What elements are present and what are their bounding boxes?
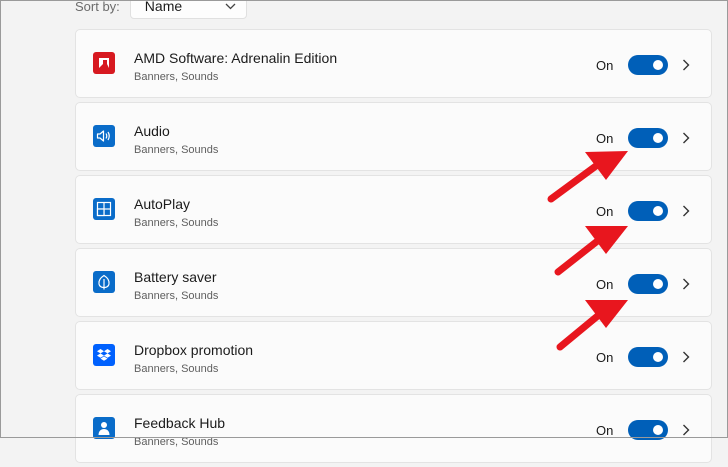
app-row-audio[interactable]: Audio Banners, Sounds On [75,102,712,171]
leaf-icon [93,271,115,293]
app-row-amd-software[interactable]: AMD Software: Adrenalin Edition Banners,… [75,29,712,98]
speaker-icon [93,125,115,147]
toggle-state-label: On [596,350,614,365]
sort-label: Sort by: [75,0,120,14]
app-notification-types: Banners, Sounds [134,71,219,83]
dropbox-icon [93,344,115,366]
app-name: Audio [134,123,170,139]
sort-bar: Sort by: Name [75,0,247,20]
toggle-knob [653,352,663,362]
autoplay-icon [93,198,115,220]
toggle-knob [653,133,663,143]
chevron-right-icon[interactable] [682,350,690,368]
chevron-down-icon [225,3,236,10]
app-name: Feedback Hub [134,415,226,431]
app-name: Dropbox promotion [134,342,254,358]
notifications-toggle[interactable] [628,347,668,367]
notifications-toggle[interactable] [628,201,668,221]
app-row-feedback-hub[interactable]: Feedback Hub Banners, Sounds On [75,394,712,463]
toggle-state-label: On [596,58,614,73]
toggle-state-label: On [596,204,614,219]
chevron-right-icon[interactable] [682,277,690,295]
notifications-toggle[interactable] [628,274,668,294]
app-name: AutoPlay [134,196,191,212]
toggle-state-label: On [596,423,614,438]
app-notification-types: Banners, Sounds [134,217,219,229]
notifications-toggle[interactable] [628,128,668,148]
chevron-right-icon[interactable] [682,58,690,76]
toggle-knob [653,425,663,435]
app-notification-list: AMD Software: Adrenalin Edition Banners,… [75,29,712,467]
amd-icon [93,52,115,74]
toggle-knob [653,60,663,70]
sort-dropdown[interactable]: Name [129,0,247,19]
notifications-toggle[interactable] [628,420,668,440]
chevron-right-icon[interactable] [682,204,690,222]
sort-value: Name [144,0,183,14]
app-name: Battery saver [134,269,217,285]
app-row-battery-saver[interactable]: Battery saver Banners, Sounds On [75,248,712,317]
app-row-autoplay[interactable]: AutoPlay Banners, Sounds On [75,175,712,244]
chevron-right-icon[interactable] [682,131,690,149]
feedback-hub-icon [93,417,115,439]
notifications-toggle[interactable] [628,55,668,75]
app-notification-types: Banners, Sounds [134,290,219,302]
chevron-right-icon[interactable] [682,423,690,441]
toggle-knob [653,206,663,216]
app-notification-types: Banners, Sounds [134,363,219,375]
toggle-state-label: On [596,277,614,292]
toggle-knob [653,279,663,289]
toggle-state-label: On [596,131,614,146]
app-notification-types: Banners, Sounds [134,144,219,156]
app-name: AMD Software: Adrenalin Edition [134,50,338,66]
app-row-dropbox-promotion[interactable]: Dropbox promotion Banners, Sounds On [75,321,712,390]
